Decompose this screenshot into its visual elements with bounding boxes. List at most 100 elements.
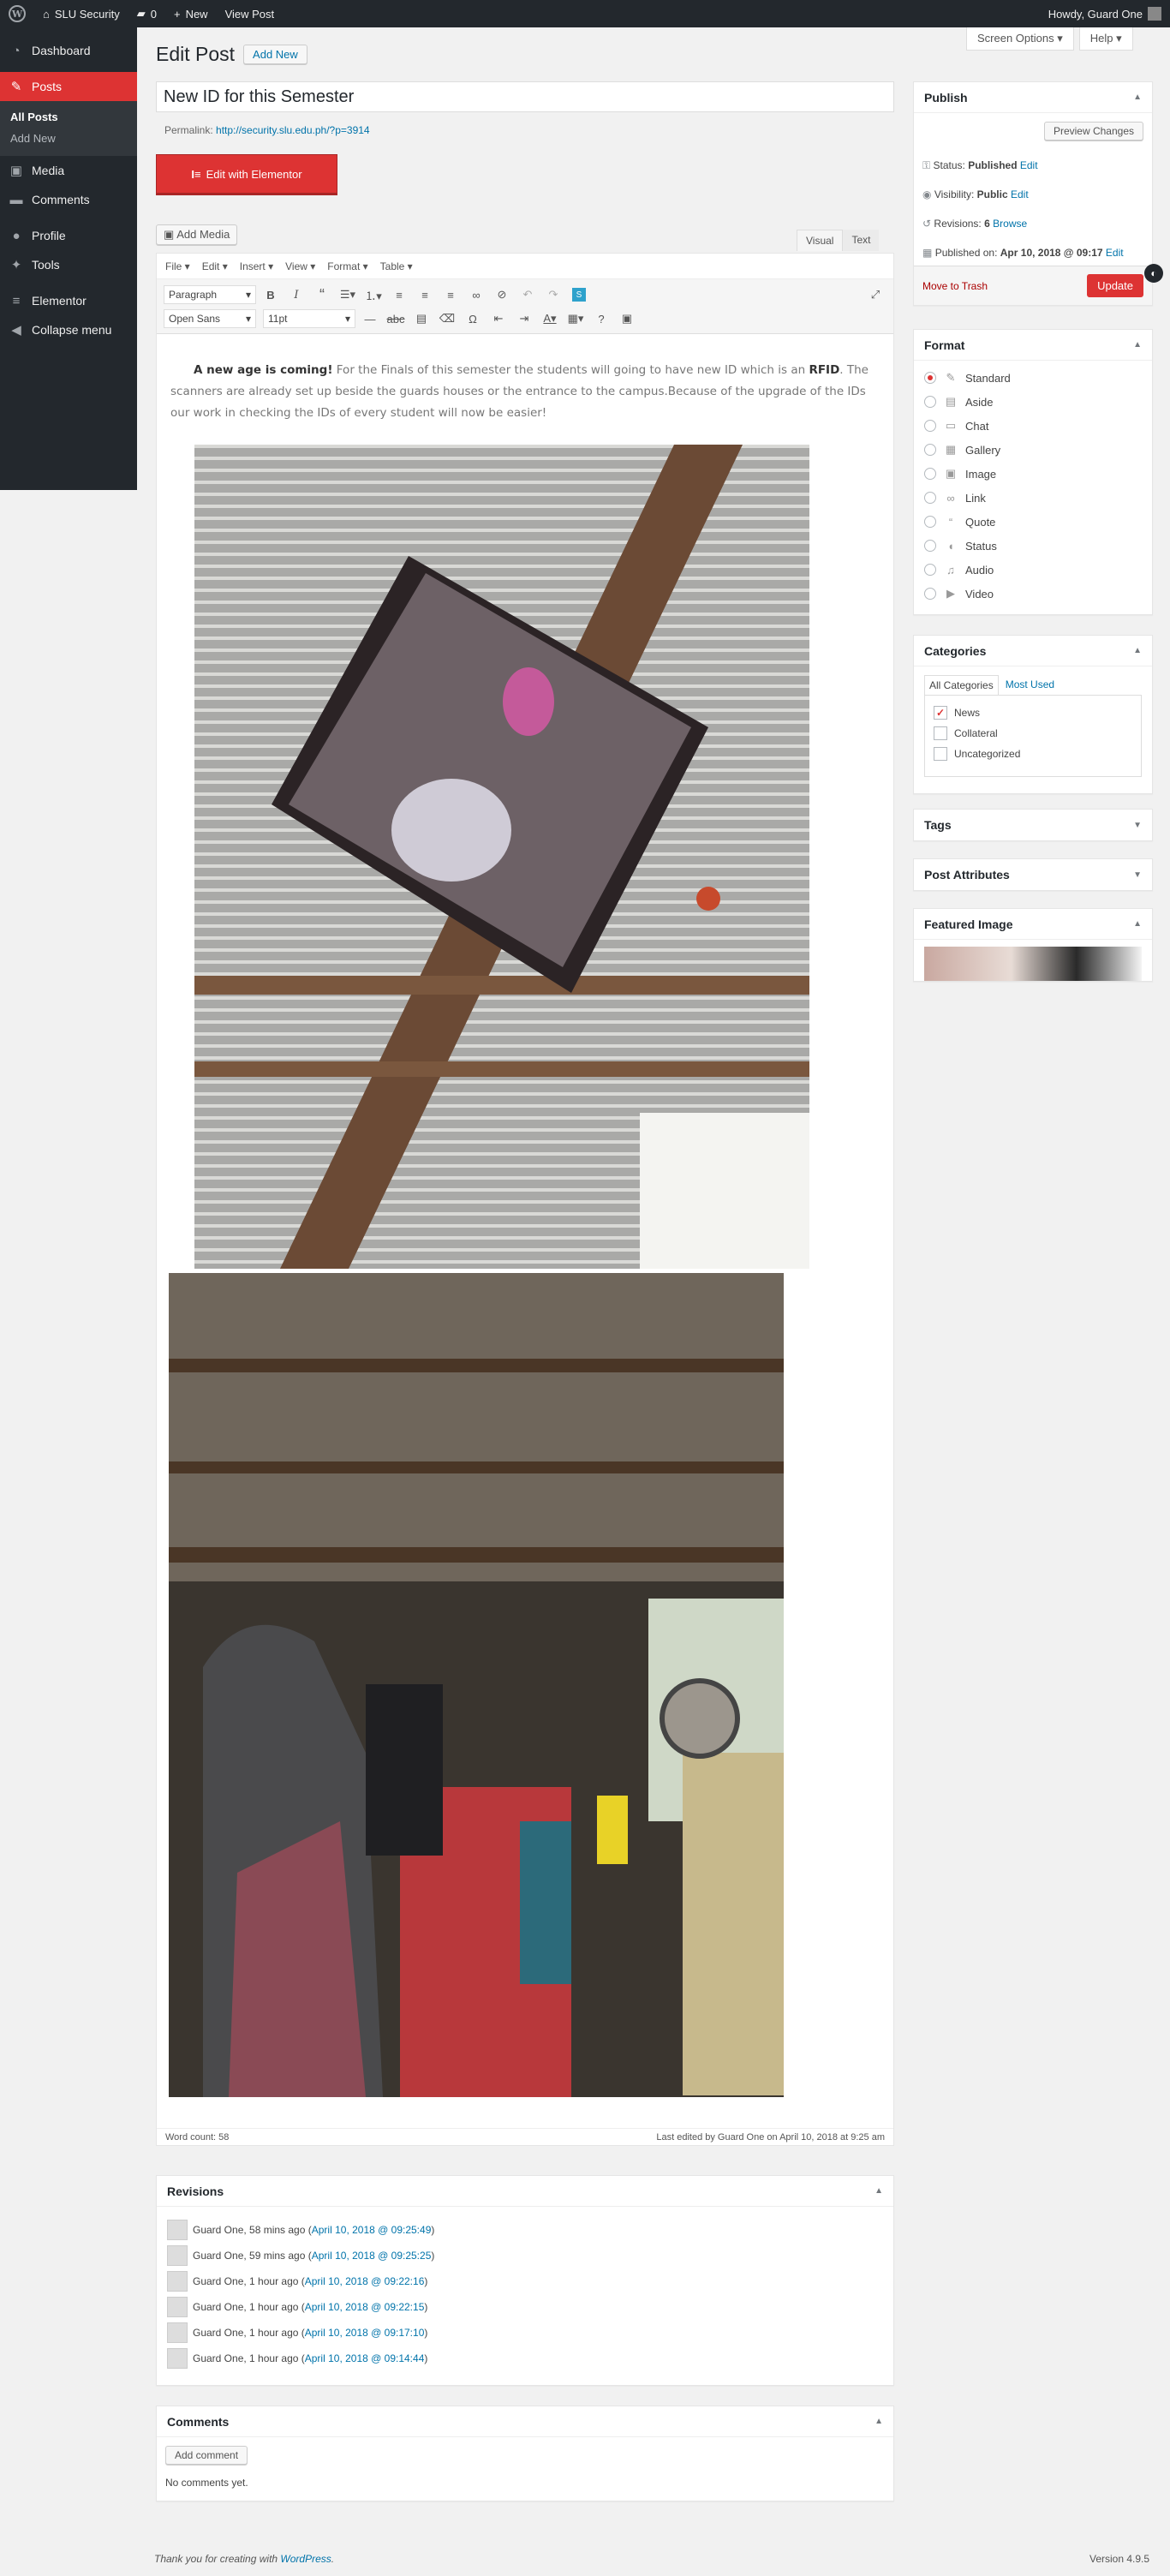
format-option-status[interactable]: ◖ Status (924, 534, 1142, 558)
bullet-list-icon[interactable]: ☰▾ (337, 284, 359, 306)
toggle-arrow-icon[interactable]: ▲ (1133, 340, 1142, 350)
campus-entrance-photo[interactable] (169, 1273, 784, 2097)
editor-menu-format[interactable]: Format ▾ (327, 260, 367, 272)
toggle-arrow-icon[interactable]: ▲ (1133, 919, 1142, 929)
edit-date-link[interactable]: Edit (1106, 247, 1124, 259)
toggle-arrow-icon[interactable]: ▲ (1133, 93, 1142, 102)
editor-menu-file[interactable]: File ▾ (165, 260, 190, 272)
strikethrough-icon[interactable]: abc (385, 308, 407, 330)
format-option-gallery[interactable]: ▦ Gallery (924, 438, 1142, 462)
add-new-button[interactable]: Add New (243, 45, 307, 64)
edit-visibility-link[interactable]: Edit (1011, 188, 1029, 200)
editor-menu-insert[interactable]: Insert ▾ (240, 260, 273, 272)
radio-button[interactable] (924, 372, 936, 384)
special-character-icon[interactable]: Ω (462, 308, 484, 330)
radio-button[interactable] (924, 420, 936, 432)
comments-link[interactable]: ▰ 0 (128, 0, 165, 27)
edit-with-elementor-button[interactable]: I≡ Edit with Elementor (156, 154, 337, 194)
table-icon[interactable]: ▦▾ (564, 308, 587, 330)
post-title-input[interactable]: New ID for this Semester (156, 81, 894, 112)
radio-button[interactable] (924, 444, 936, 456)
align-right-icon[interactable]: ≡ (439, 284, 462, 306)
toggle-arrow-icon[interactable]: ▲ (875, 2186, 883, 2196)
numbered-list-icon[interactable]: ⒈▾ (362, 284, 385, 306)
sidebar-item-profile[interactable]: ● Profile (0, 221, 137, 250)
site-name-link[interactable]: ⌂ SLU Security (34, 0, 128, 27)
move-to-trash-link[interactable]: Move to Trash (922, 280, 988, 292)
font-family-select[interactable]: Open Sans ▾ (164, 309, 256, 328)
post-attributes-header[interactable]: Post Attributes ▼ (914, 859, 1152, 890)
comments-header[interactable]: Comments ▲ (157, 2406, 893, 2437)
category-checkbox[interactable]: ✓ (934, 706, 947, 720)
indent-icon[interactable]: ⇥ (513, 308, 535, 330)
sidebar-item-elementor[interactable]: ≡ Elementor (0, 286, 137, 315)
add-media-button[interactable]: ▣ Add Media (156, 224, 238, 245)
screen-options-button[interactable]: Screen Options ▾ (966, 27, 1074, 51)
format-option-quote[interactable]: “Quote (924, 510, 1142, 534)
elementor-shortcode-icon[interactable]: ▣ (616, 308, 638, 330)
add-comment-button[interactable]: Add comment (165, 2446, 248, 2465)
scroll-top-icon[interactable]: ◐ (1144, 264, 1163, 283)
revisions-header[interactable]: Revisions ▲ (157, 2176, 893, 2207)
tab-all-categories[interactable]: All Categories (924, 675, 999, 695)
radio-button[interactable] (924, 468, 936, 480)
redo-icon[interactable]: ↷ (542, 284, 564, 306)
wordpress-link[interactable]: WordPress (280, 2553, 331, 2565)
editor-menu-view[interactable]: View ▾ (285, 260, 315, 272)
help-button[interactable]: Help ▾ (1078, 27, 1133, 51)
horizontal-line-icon[interactable]: — (359, 308, 381, 330)
category-checkbox[interactable] (934, 726, 947, 740)
revision-link[interactable]: April 10, 2018 @ 09:25:25 (312, 2250, 432, 2262)
tab-visual[interactable]: Visual (797, 230, 844, 251)
sidebar-item-media[interactable]: ▣ Media (0, 156, 137, 185)
format-option-aside[interactable]: ▤ Aside (924, 390, 1142, 414)
rfid-scanner-photo[interactable] (194, 445, 809, 1269)
collapse-menu-button[interactable]: ◀ Collapse menu (0, 315, 137, 344)
skype-icon[interactable]: S (568, 284, 590, 306)
editor-menu-edit[interactable]: Edit ▾ (202, 260, 228, 272)
paste-text-icon[interactable]: ▤ (410, 308, 433, 330)
toggle-arrow-icon[interactable]: ▼ (1133, 870, 1142, 880)
sidebar-item-tools[interactable]: ✦ Tools (0, 250, 137, 279)
permalink-link[interactable]: http://security.slu.edu.ph/?p=3914 (216, 124, 370, 136)
insert-link-icon[interactable]: ∞ (465, 284, 487, 306)
outdent-icon[interactable]: ⇤ (487, 308, 510, 330)
preview-changes-button[interactable]: Preview Changes (1043, 122, 1143, 140)
categories-header[interactable]: Categories ▲ (914, 636, 1152, 666)
revision-link[interactable]: April 10, 2018 @ 09:22:16 (305, 2275, 425, 2287)
format-option-image[interactable]: ▣ Image (924, 462, 1142, 486)
sidebar-item-comments[interactable]: ▬ Comments (0, 185, 137, 214)
featured-image-header[interactable]: Featured Image ▲ (914, 909, 1152, 940)
toggle-arrow-icon[interactable]: ▲ (875, 2417, 883, 2426)
format-header[interactable]: Format ▲ (914, 330, 1152, 361)
editor-content[interactable]: A new age is coming! For the Finals of t… (157, 334, 893, 424)
clear-formatting-icon[interactable]: ⌫ (436, 308, 458, 330)
radio-button[interactable] (924, 492, 936, 504)
bold-icon[interactable]: B (260, 284, 282, 306)
format-option-standard[interactable]: ✎ Standard (924, 366, 1142, 390)
tab-text[interactable]: Text (843, 230, 880, 251)
align-left-icon[interactable]: ≡ (388, 284, 410, 306)
format-option-chat[interactable]: ▭ Chat (924, 414, 1142, 438)
revision-link[interactable]: April 10, 2018 @ 09:17:10 (305, 2327, 425, 2339)
featured-image-thumbnail[interactable] (924, 947, 1142, 981)
category-checkbox[interactable] (934, 747, 947, 761)
italic-icon[interactable]: I (285, 284, 307, 306)
update-button[interactable]: Update (1087, 274, 1143, 297)
toggle-arrow-icon[interactable]: ▲ (1133, 646, 1142, 655)
submenu-all-posts[interactable]: All Posts (0, 106, 137, 128)
tags-header[interactable]: Tags ▼ (914, 810, 1152, 840)
wordpress-logo-menu[interactable]: W (0, 0, 34, 27)
font-size-select[interactable]: 11pt ▾ (263, 309, 355, 328)
radio-button[interactable] (924, 516, 936, 528)
sidebar-item-posts[interactable]: ✎ Posts (0, 72, 137, 101)
format-option-video[interactable]: ▶ Video (924, 582, 1142, 606)
paragraph-select[interactable]: Paragraph ▾ (164, 285, 256, 304)
text-color-icon[interactable]: A▾ (539, 308, 561, 330)
radio-button[interactable] (924, 396, 936, 408)
help-icon[interactable]: ? (590, 308, 612, 330)
revision-link[interactable]: April 10, 2018 @ 09:25:49 (312, 2224, 432, 2236)
sidebar-item-dashboard[interactable]: ◔ Dashboard (0, 36, 137, 65)
toggle-arrow-icon[interactable]: ▼ (1133, 821, 1142, 830)
publish-header[interactable]: Publish ▲ (914, 82, 1152, 113)
